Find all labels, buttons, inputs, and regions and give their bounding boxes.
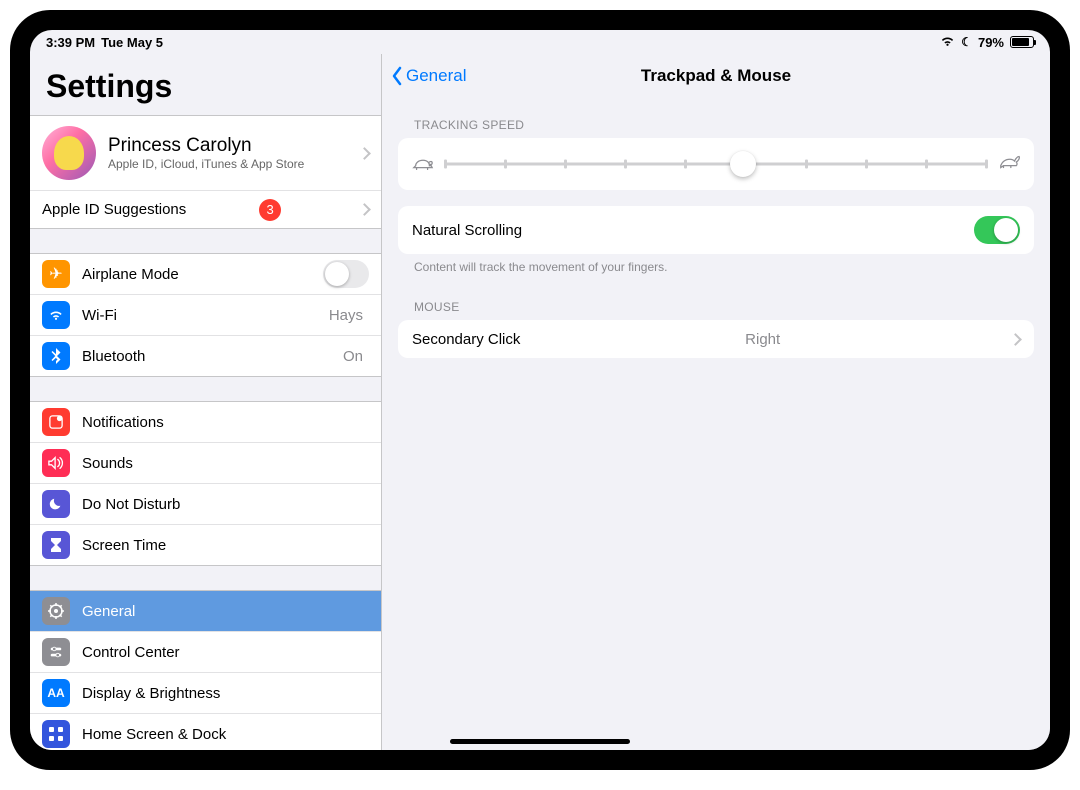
bluetooth-value: On xyxy=(343,348,369,365)
avatar xyxy=(42,126,96,180)
sidebar-item-sounds[interactable]: Sounds xyxy=(30,442,381,483)
sidebar-item-control-center[interactable]: Control Center xyxy=(30,631,381,672)
tracking-speed-header: TRACKING SPEED xyxy=(398,98,1034,138)
sidebar-item-home[interactable]: Home Screen & Dock xyxy=(30,713,381,750)
natural-scrolling-row[interactable]: Natural Scrolling xyxy=(398,206,1034,254)
wifi-settings-icon xyxy=(42,301,70,329)
display-icon: AA xyxy=(42,679,70,707)
secondary-click-row[interactable]: Secondary Click Right xyxy=(398,320,1034,358)
secondary-click-value: Right xyxy=(745,331,786,348)
screentime-label: Screen Time xyxy=(82,537,166,554)
status-time: 3:39 PM xyxy=(46,35,95,50)
notifications-label: Notifications xyxy=(82,414,164,431)
sidebar-item-general[interactable]: General xyxy=(30,591,381,631)
natural-scrolling-label: Natural Scrolling xyxy=(412,222,522,239)
ipad-frame: 3:39 PM Tue May 5 ☾ 79% Settings xyxy=(10,10,1070,770)
home-indicator[interactable] xyxy=(450,739,630,744)
status-bar: 3:39 PM Tue May 5 ☾ 79% xyxy=(30,30,1050,54)
airplane-switch[interactable] xyxy=(323,260,369,288)
sounds-icon xyxy=(42,449,70,477)
airplane-icon: ✈ xyxy=(42,260,70,288)
sounds-label: Sounds xyxy=(82,455,133,472)
nav-title: Trackpad & Mouse xyxy=(382,66,1050,86)
sidebar-item-dnd[interactable]: Do Not Disturb xyxy=(30,483,381,524)
dnd-icon: ☾ xyxy=(961,35,972,49)
back-button[interactable]: General xyxy=(382,66,466,86)
detail-pane: General Trackpad & Mouse TRACKING SPEED xyxy=(382,54,1050,750)
sidebar-item-bluetooth[interactable]: Bluetooth On xyxy=(30,335,381,376)
secondary-click-label: Secondary Click xyxy=(412,331,520,348)
natural-scrolling-switch[interactable] xyxy=(974,216,1020,244)
status-date: Tue May 5 xyxy=(101,35,163,50)
hare-icon xyxy=(998,154,1020,175)
natural-scrolling-footnote: Content will track the movement of your … xyxy=(398,254,1034,280)
apple-id-suggestions-badge: 3 xyxy=(259,199,281,221)
home-icon xyxy=(42,720,70,748)
general-icon xyxy=(42,597,70,625)
apple-id-suggestions-row[interactable]: Apple ID Suggestions 3 xyxy=(30,190,381,228)
navbar: General Trackpad & Mouse xyxy=(382,54,1050,98)
control-center-label: Control Center xyxy=(82,644,180,661)
battery-percent: 79% xyxy=(978,35,1004,50)
dnd-settings-icon xyxy=(42,490,70,518)
profile-name: Princess Carolyn xyxy=(108,135,304,157)
wifi-label: Wi-Fi xyxy=(82,307,117,324)
wifi-icon xyxy=(940,35,955,50)
sidebar-item-screentime[interactable]: Screen Time xyxy=(30,524,381,565)
tortoise-icon xyxy=(412,154,434,175)
apple-id-suggestions-label: Apple ID Suggestions xyxy=(42,201,186,218)
sidebar-title: Settings xyxy=(46,68,365,105)
dnd-label: Do Not Disturb xyxy=(82,496,180,513)
back-label: General xyxy=(406,66,466,86)
settings-sidebar[interactable]: Settings Princess Carolyn Apple ID, iClo… xyxy=(30,54,382,750)
slider-thumb[interactable] xyxy=(730,151,756,177)
tracking-speed-slider[interactable] xyxy=(444,150,988,178)
home-label: Home Screen & Dock xyxy=(82,726,226,743)
wifi-value: Hays xyxy=(329,307,369,324)
general-label: General xyxy=(82,603,135,620)
profile-subtitle: Apple ID, iCloud, iTunes & App Store xyxy=(108,157,304,171)
tracking-speed-slider-row xyxy=(398,138,1034,190)
airplane-label: Airplane Mode xyxy=(82,266,179,283)
screen: 3:39 PM Tue May 5 ☾ 79% Settings xyxy=(30,30,1050,750)
sidebar-item-airplane[interactable]: ✈ Airplane Mode xyxy=(30,254,381,294)
screentime-icon xyxy=(42,531,70,559)
battery-icon xyxy=(1010,36,1034,48)
display-label: Display & Brightness xyxy=(82,685,220,702)
mouse-header: MOUSE xyxy=(398,280,1034,320)
sidebar-item-display[interactable]: AA Display & Brightness xyxy=(30,672,381,713)
control-center-icon xyxy=(42,638,70,666)
bluetooth-label: Bluetooth xyxy=(82,348,145,365)
notifications-icon xyxy=(42,408,70,436)
profile-row[interactable]: Princess Carolyn Apple ID, iCloud, iTune… xyxy=(30,116,381,190)
sidebar-item-notifications[interactable]: Notifications xyxy=(30,402,381,442)
bluetooth-icon xyxy=(42,342,70,370)
sidebar-item-wifi[interactable]: Wi-Fi Hays xyxy=(30,294,381,335)
